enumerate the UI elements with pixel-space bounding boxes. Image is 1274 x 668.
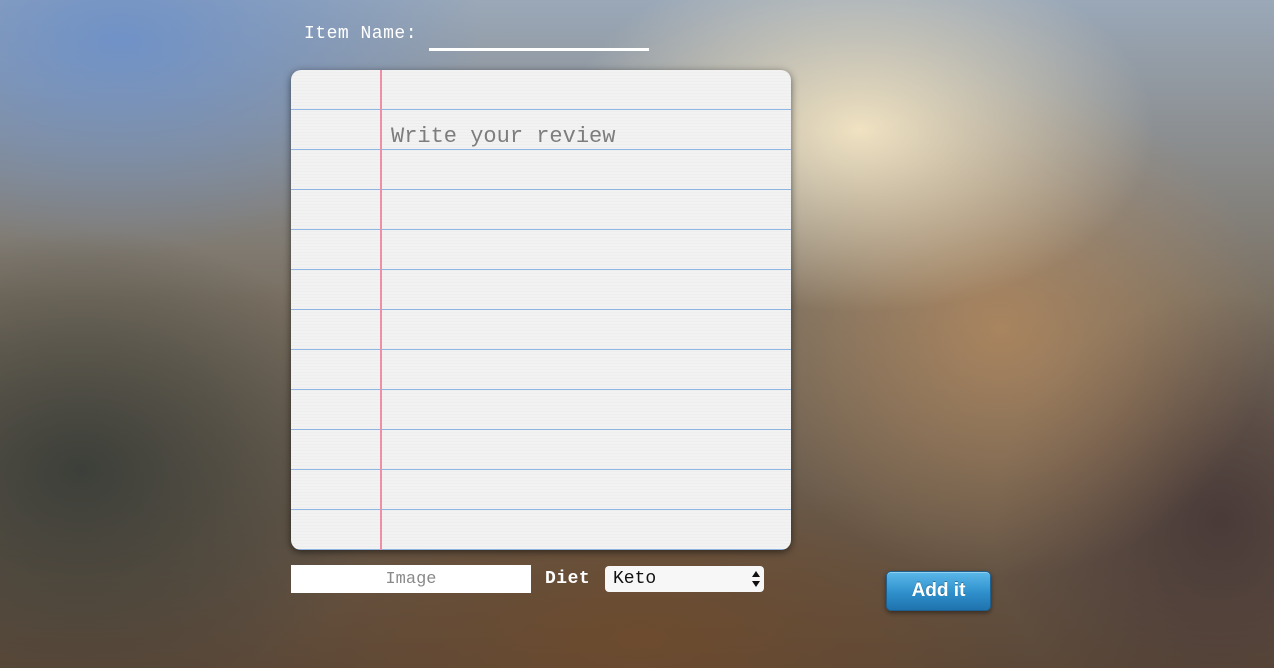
review-textarea[interactable]: [383, 110, 783, 542]
diet-selected-value: Keto: [613, 569, 657, 589]
item-name-input[interactable]: [429, 20, 650, 51]
item-name-label: Item Name:: [304, 24, 418, 44]
diet-label: Diet: [545, 569, 591, 589]
item-name-row: Item Name:: [304, 20, 650, 51]
image-input[interactable]: [291, 565, 531, 593]
review-paper: [291, 70, 791, 550]
diet-select[interactable]: Keto: [605, 566, 764, 592]
select-arrows-icon: [752, 571, 760, 587]
add-it-button[interactable]: Add it: [886, 571, 991, 611]
paper-margin-line: [380, 70, 382, 550]
